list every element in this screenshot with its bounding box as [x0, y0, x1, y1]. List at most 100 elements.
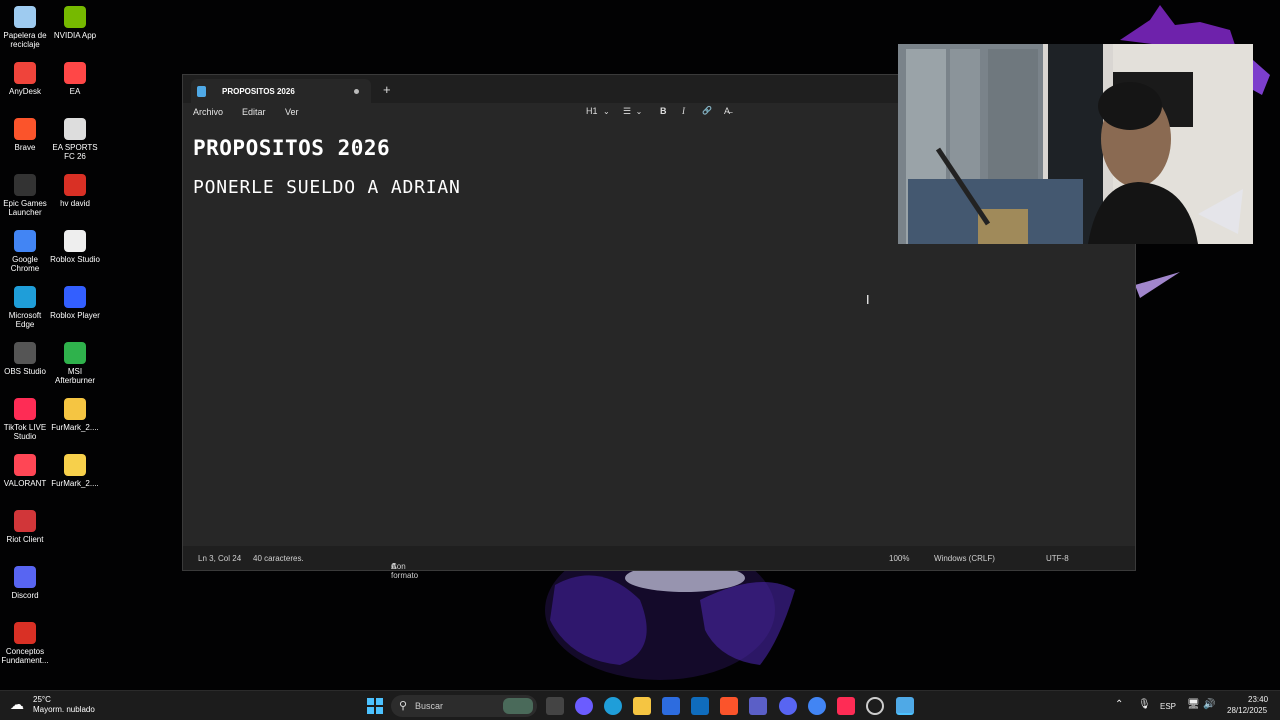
tiktok-taskbar-icon[interactable] [837, 697, 855, 715]
desktop-icon[interactable]: VALORANT [0, 454, 50, 488]
desktop-icon[interactable]: FurMark_2.... [50, 454, 100, 488]
desktop-icon[interactable]: Papelera de reciclaje [0, 6, 50, 49]
edge-taskbar-icon[interactable] [604, 697, 622, 715]
notepad-taskbar-icon[interactable] [896, 697, 914, 715]
recycle-bin-icon [14, 6, 36, 28]
desktop-icon-label: FurMark_2.... [51, 423, 99, 432]
weather-widget[interactable]: ☁ 25°C Mayorm. nublado [10, 695, 95, 715]
clock-date[interactable]: 28/12/2025 [1227, 706, 1267, 715]
webcam-overlay [898, 44, 1253, 244]
desktop-icon-label: Riot Client [6, 535, 44, 544]
language-indicator[interactable]: ESP [1160, 702, 1176, 711]
desktop-icon[interactable]: hv david [50, 174, 100, 208]
menu-editar[interactable]: Editar [242, 107, 266, 117]
desktop-icon[interactable]: Discord [0, 566, 50, 600]
start-button[interactable] [366, 697, 384, 715]
brave-taskbar-icon[interactable] [720, 697, 738, 715]
desktop-icon-label: Microsoft Edge [8, 311, 42, 329]
clock-time[interactable]: 23:40 [1248, 695, 1268, 704]
encoding[interactable]: UTF-8 [1046, 554, 1069, 563]
volume-icon[interactable]: 🔊 [1203, 699, 1215, 710]
nvidia-icon [64, 6, 86, 28]
desktop-icon[interactable]: MSI Afterburner [50, 342, 100, 385]
chevron-down-icon: ⌄ [635, 107, 643, 116]
tab-document[interactable]: PROPOSITOS 2026 [191, 79, 371, 103]
desktop-icon[interactable]: Brave [0, 118, 50, 152]
msi-afterburner-icon [64, 342, 86, 364]
desktop: Papelera de reciclaje NVIDIA App AnyDesk EA… [0, 0, 1280, 690]
document-heading[interactable]: PROPOSITOS 2026 [193, 136, 390, 160]
file-explorer-icon[interactable] [633, 697, 651, 715]
desktop-icon-label: AnyDesk [8, 87, 41, 96]
zoom-level[interactable]: 100% [889, 554, 909, 563]
steam-icon[interactable] [866, 697, 884, 715]
desktop-icon[interactable]: Roblox Player [50, 286, 100, 320]
search-highlight-icon [503, 698, 533, 714]
menu-archivo[interactable]: Archivo [193, 107, 223, 117]
desktop-icon-label: Roblox Player [50, 311, 100, 320]
search-icon: ⚲ [399, 700, 408, 712]
desktop-icon[interactable]: Riot Client [0, 510, 50, 544]
desktop-icon-label: Brave [14, 143, 36, 152]
heading-label: H1 [586, 106, 598, 116]
bold-button[interactable]: B [660, 106, 667, 116]
unsaved-dot-icon[interactable] [354, 89, 359, 94]
italic-button[interactable]: I [682, 106, 685, 116]
list-icon: ☰ [623, 106, 632, 116]
desktop-icon-label: VALORANT [3, 479, 47, 488]
desktop-icon-label: Conceptos Fundament... [1, 647, 49, 665]
desktop-icon-label: FurMark_2.... [51, 479, 99, 488]
search-placeholder: Buscar [415, 701, 444, 711]
folder-zip-icon [64, 398, 86, 420]
desktop-icon-label: MSI Afterburner [54, 367, 96, 385]
link-button[interactable]: 🔗 [702, 106, 712, 115]
desktop-icon[interactable]: AnyDesk [0, 62, 50, 96]
outlook-icon[interactable] [691, 697, 709, 715]
cursor-position: Ln 3, Col 24 [198, 554, 242, 563]
copilot-icon[interactable] [575, 697, 593, 715]
notepad-icon [197, 85, 206, 97]
desktop-icon[interactable]: FurMark_2.... [50, 398, 100, 432]
desktop-icon-label: EA SPORTS FC 26 [52, 143, 98, 161]
microphone-icon[interactable]: 🎙 [1138, 699, 1151, 710]
teams-icon[interactable] [749, 697, 767, 715]
discord-taskbar-icon[interactable] [779, 697, 797, 715]
network-icon[interactable]: 🖥 [1187, 699, 1200, 710]
desktop-icon-label: EA [69, 87, 81, 96]
desktop-icon-label: Discord [11, 591, 39, 600]
desktop-icon[interactable]: OBS Studio [0, 342, 50, 376]
search-box[interactable]: ⚲ Buscar [391, 695, 537, 717]
new-tab-button[interactable]: + [383, 82, 391, 97]
clear-format-button[interactable]: A̶ [724, 106, 730, 116]
text-cursor-icon: I [866, 293, 870, 307]
store-icon[interactable] [662, 697, 680, 715]
chrome-taskbar-icon[interactable] [808, 697, 826, 715]
list-dropdown[interactable]: ☰ ⌄ [623, 106, 642, 117]
desktop-icon-label: Epic Games Launcher [3, 199, 47, 217]
roblox-player-icon [64, 286, 86, 308]
desktop-icon[interactable]: TikTok LIVE Studio [0, 398, 50, 441]
line-ending[interactable]: Windows (CRLF) [934, 554, 995, 563]
task-view-icon[interactable] [546, 697, 564, 715]
desktop-icon[interactable]: Conceptos Fundament... [0, 622, 50, 665]
status-bar: Ln 3, Col 24 40 caracteres. A Con formato… [183, 546, 1135, 580]
chevron-up-icon[interactable]: ⌃ [1115, 699, 1123, 710]
menu-ver[interactable]: Ver [285, 107, 299, 117]
desktop-icon[interactable]: Google Chrome [0, 230, 50, 273]
desktop-icon[interactable]: NVIDIA App [50, 6, 100, 40]
document-line[interactable]: PONERLE SUELDO A ADRIAN [193, 177, 461, 198]
desktop-icon[interactable]: Microsoft Edge [0, 286, 50, 329]
brave-icon [14, 118, 36, 140]
obs-icon [14, 342, 36, 364]
chrome-icon [14, 230, 36, 252]
heading-dropdown[interactable]: H1 ⌄ [586, 106, 610, 116]
desktop-icon[interactable]: Roblox Studio [50, 230, 100, 264]
desktop-icon[interactable]: Epic Games Launcher [0, 174, 50, 217]
desktop-icon[interactable]: EA [50, 62, 100, 96]
format-label: Con formato [391, 562, 419, 580]
epic-games-icon [14, 174, 36, 196]
weather-desc: Mayorm. nublado [33, 705, 95, 714]
discord-icon [14, 566, 36, 588]
ea-sports-fc-icon [64, 118, 86, 140]
desktop-icon[interactable]: EA SPORTS FC 26 [50, 118, 100, 161]
